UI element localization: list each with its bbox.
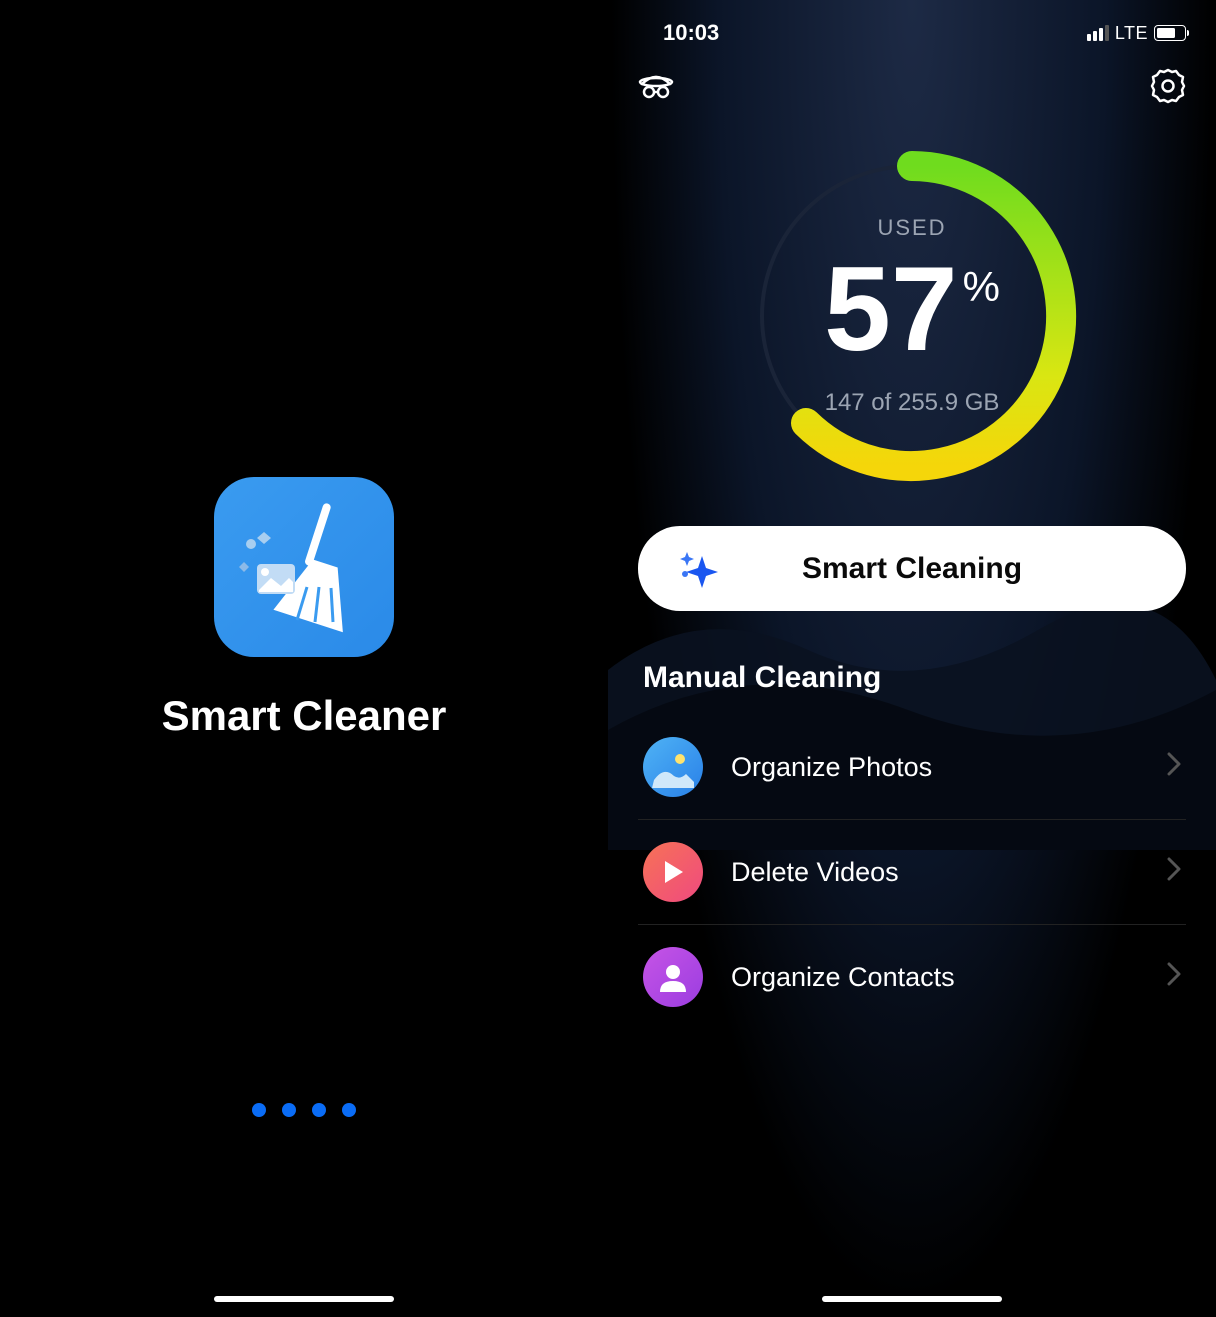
incognito-icon	[636, 66, 676, 106]
app-title: Smart Cleaner	[162, 692, 447, 740]
sparkle-icon	[678, 548, 720, 590]
splash-screen: Smart Cleaner	[0, 0, 608, 1317]
list-item-label: Delete Videos	[731, 857, 1167, 888]
home-indicator[interactable]	[822, 1296, 1002, 1302]
manual-cleaning-title: Manual Cleaning	[643, 661, 1186, 695]
chevron-right-icon	[1167, 961, 1181, 993]
top-bar	[608, 56, 1216, 126]
broom-cleaner-icon	[229, 492, 379, 642]
percent-value: 57	[824, 249, 957, 369]
storage-ring: USED 57 % 147 of 255.9 GB	[732, 136, 1092, 496]
organize-contacts-item[interactable]: Organize Contacts	[638, 925, 1186, 1029]
dashboard-screen: 10:03 LTE	[608, 0, 1216, 1317]
incognito-button[interactable]	[636, 66, 676, 106]
chevron-right-icon	[1167, 751, 1181, 783]
delete-videos-item[interactable]: Delete Videos	[638, 820, 1186, 925]
status-icons: LTE	[1087, 23, 1186, 44]
list-item-label: Organize Photos	[731, 752, 1167, 783]
home-indicator[interactable]	[214, 1296, 394, 1302]
status-time: 10:03	[663, 20, 719, 46]
gear-icon	[1150, 68, 1186, 104]
status-bar: 10:03 LTE	[608, 0, 1216, 56]
list-item-label: Organize Contacts	[731, 962, 1167, 993]
battery-icon	[1154, 25, 1186, 41]
contacts-icon	[643, 947, 703, 1007]
smart-cleaning-label: Smart Cleaning	[802, 552, 1022, 586]
chevron-right-icon	[1167, 856, 1181, 888]
organize-photos-item[interactable]: Organize Photos	[638, 715, 1186, 820]
settings-button[interactable]	[1148, 66, 1188, 106]
smart-cleaning-button[interactable]: Smart Cleaning	[638, 526, 1186, 611]
photos-icon	[643, 737, 703, 797]
loading-indicator	[252, 1103, 356, 1117]
videos-icon	[643, 842, 703, 902]
storage-text: 147 of 255.9 GB	[824, 389, 1000, 417]
percent-sign: %	[963, 263, 1000, 311]
app-icon	[214, 477, 394, 657]
signal-icon	[1087, 25, 1109, 41]
used-label: USED	[824, 215, 1000, 241]
network-label: LTE	[1115, 23, 1148, 44]
